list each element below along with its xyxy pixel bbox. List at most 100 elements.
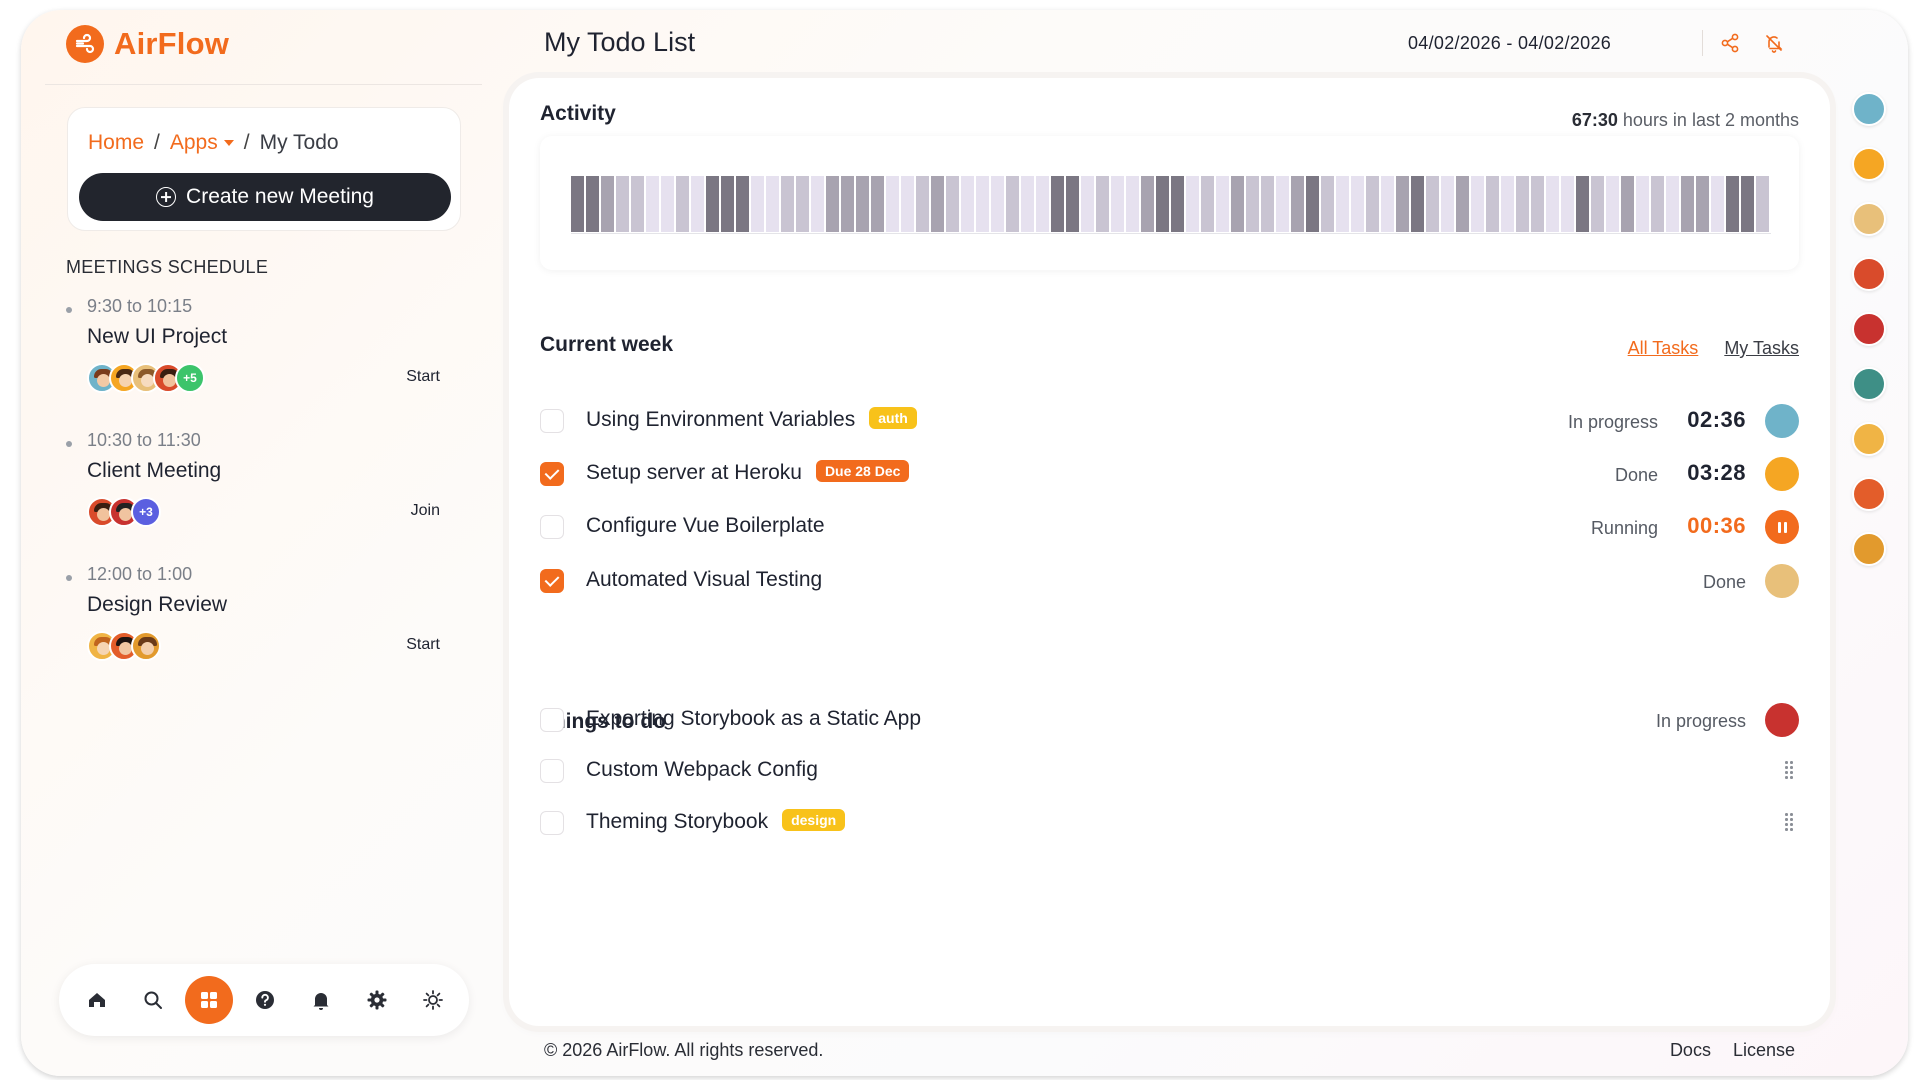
team-member-avatar[interactable] bbox=[1852, 532, 1886, 566]
nav-theme-button[interactable] bbox=[409, 976, 457, 1024]
main-panel: Activity 67:30 hours in last 2 months Cu… bbox=[509, 78, 1830, 1026]
meeting-attendees: +3 bbox=[87, 497, 161, 527]
team-member-avatar[interactable] bbox=[1852, 477, 1886, 511]
todo-row: Theming Storybook design bbox=[540, 803, 1799, 843]
divider bbox=[1702, 30, 1703, 56]
task-title: Setup server at Heroku bbox=[586, 461, 802, 484]
team-member-avatar[interactable] bbox=[1852, 202, 1886, 236]
activity-bars bbox=[571, 176, 1771, 232]
create-meeting-button[interactable]: Create new Meeting bbox=[79, 173, 451, 221]
todo-row: Exporting Storybook as a Static App In pr… bbox=[540, 700, 1799, 740]
breadcrumb-home[interactable]: Home bbox=[88, 131, 144, 155]
nav-home-button[interactable] bbox=[73, 976, 121, 1024]
date-range-picker[interactable]: 04/02/2026 - 04/02/2026 bbox=[1408, 33, 1611, 54]
task-status: In progress bbox=[1655, 711, 1746, 731]
team-member-avatar[interactable] bbox=[1852, 422, 1886, 456]
task-name: Exporting Storybook as a Static App bbox=[586, 707, 921, 731]
task-name: Theming Storybook design bbox=[586, 809, 846, 834]
meeting-time: 12:00 to 1:00 bbox=[87, 564, 193, 584]
task-checkbox[interactable] bbox=[540, 462, 564, 486]
activity-bar bbox=[1126, 176, 1139, 232]
activity-bar bbox=[1156, 176, 1169, 232]
activity-bar bbox=[1411, 176, 1424, 232]
nav-help-button[interactable] bbox=[241, 976, 289, 1024]
activity-bar bbox=[1591, 176, 1604, 232]
activity-bar bbox=[976, 176, 989, 232]
team-member-avatar[interactable] bbox=[1852, 312, 1886, 346]
assignee-avatar[interactable] bbox=[1765, 404, 1799, 438]
activity-bar bbox=[586, 176, 599, 232]
activity-bar bbox=[646, 176, 659, 232]
drag-handle-icon[interactable] bbox=[1785, 813, 1793, 831]
activity-bar bbox=[736, 176, 749, 232]
activity-bar bbox=[751, 176, 764, 232]
drag-handle-icon[interactable] bbox=[1785, 761, 1793, 779]
task-checkbox[interactable] bbox=[540, 759, 564, 783]
activity-bar bbox=[1276, 176, 1289, 232]
breadcrumb-apps[interactable]: Apps bbox=[170, 131, 234, 155]
schedule-title: MEETINGS SCHEDULE bbox=[66, 257, 269, 277]
meeting-action-button[interactable]: Start bbox=[406, 368, 440, 386]
license-link[interactable]: License bbox=[1733, 1040, 1795, 1061]
task-title: Exporting Storybook as a Static App bbox=[586, 707, 922, 730]
tab-my-tasks[interactable]: My Tasks bbox=[1724, 338, 1799, 359]
current-week-title: Current week bbox=[540, 333, 674, 356]
activity-bar bbox=[1501, 176, 1514, 232]
sun-icon bbox=[423, 990, 443, 1010]
activity-bar bbox=[1696, 176, 1709, 232]
pause-icon bbox=[1783, 521, 1787, 533]
team-member-avatar[interactable] bbox=[1852, 367, 1886, 401]
task-title: Using Environment Variables bbox=[586, 408, 856, 431]
activity-bar bbox=[1246, 176, 1259, 232]
activity-bar bbox=[1726, 176, 1739, 232]
task-checkbox[interactable] bbox=[540, 515, 564, 539]
activity-bar bbox=[766, 176, 779, 232]
nav-notifications-button[interactable] bbox=[297, 976, 345, 1024]
meeting-attendees: +5 bbox=[87, 363, 205, 393]
activity-bar bbox=[856, 176, 869, 232]
page-title: My Todo List bbox=[544, 27, 696, 57]
task-name: Custom Webpack Config bbox=[586, 758, 818, 782]
more-attendees-badge[interactable]: +3 bbox=[131, 497, 161, 527]
task-title: Custom Webpack Config bbox=[586, 758, 818, 781]
app-logo[interactable]: AirFlow bbox=[66, 25, 229, 63]
gear-icon bbox=[367, 990, 387, 1010]
activity-bar bbox=[706, 176, 719, 232]
avatar[interactable] bbox=[131, 631, 161, 661]
task-row: Setup server at Heroku Due 28 Dec Done 03:2… bbox=[540, 454, 1799, 494]
breadcrumb-card: Home / Apps / My Todo Create new Meeting bbox=[67, 107, 461, 231]
caret-down-icon bbox=[223, 140, 234, 147]
activity-bar bbox=[721, 176, 734, 232]
task-checkbox[interactable] bbox=[540, 708, 564, 732]
task-status: Done bbox=[1614, 465, 1658, 485]
task-checkbox[interactable] bbox=[540, 409, 564, 433]
team-member-avatar[interactable] bbox=[1852, 92, 1886, 126]
pause-timer-button[interactable] bbox=[1765, 510, 1799, 544]
task-name: Setup server at Heroku Due 28 Dec bbox=[586, 460, 910, 485]
nav-search-button[interactable] bbox=[129, 976, 177, 1024]
assignee-avatar[interactable] bbox=[1765, 564, 1799, 598]
activity-bar bbox=[1456, 176, 1469, 232]
task-row: Configure Vue Boilerplate Running 00:36 bbox=[540, 507, 1799, 547]
meeting-action-button[interactable]: Join bbox=[411, 502, 440, 520]
activity-bar bbox=[1576, 176, 1589, 232]
more-attendees-badge[interactable]: +5 bbox=[175, 363, 205, 393]
activity-bar bbox=[1351, 176, 1364, 232]
task-name: Using Environment Variables auth bbox=[586, 407, 917, 432]
assignee-avatar[interactable] bbox=[1765, 457, 1799, 491]
assignee-avatar[interactable] bbox=[1765, 703, 1799, 737]
task-checkbox[interactable] bbox=[540, 569, 564, 593]
team-member-avatar[interactable] bbox=[1852, 147, 1886, 181]
activity-bar bbox=[661, 176, 674, 232]
nav-settings-button[interactable] bbox=[353, 976, 401, 1024]
logo-wind-icon bbox=[66, 25, 104, 63]
team-member-avatar[interactable] bbox=[1852, 257, 1886, 291]
nav-apps-button[interactable] bbox=[185, 976, 233, 1024]
task-checkbox[interactable] bbox=[540, 811, 564, 835]
meeting-action-button[interactable]: Start bbox=[406, 636, 440, 654]
share-button[interactable] bbox=[1718, 31, 1742, 55]
apps-grid-icon bbox=[201, 992, 217, 1008]
mute-notifications-button[interactable] bbox=[1762, 31, 1786, 55]
docs-link[interactable]: Docs bbox=[1670, 1040, 1711, 1061]
tab-all-tasks[interactable]: All Tasks bbox=[1628, 338, 1699, 359]
